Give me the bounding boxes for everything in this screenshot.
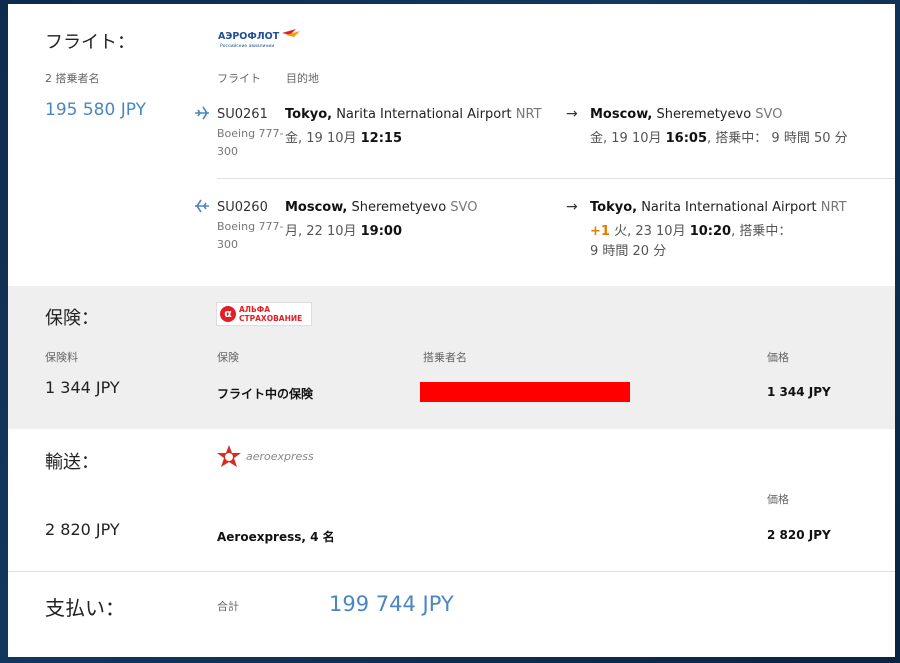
segment2-day-offset: +1 — [590, 224, 610, 239]
segment1-dep-date: 金, 19 10月 — [285, 131, 357, 146]
segment2-aircraft: Boeing 777- 300 — [217, 218, 284, 254]
segment2-dep-airport: Sheremetyevo — [351, 200, 447, 215]
aeroflot-logo-subtext: Российские авиалинии — [220, 42, 274, 49]
segment2-arr-code: NRT — [820, 200, 847, 215]
passenger-count: 2 搭乗者名 — [45, 72, 100, 85]
transport-item: Aeroexpress, 4 名 — [217, 530, 335, 544]
segment2-dep-code: SVO — [450, 200, 478, 215]
alfa-logo-icon: α — [220, 306, 236, 322]
payment-divider — [8, 571, 895, 572]
segment2-departure: Moscow, Sheremetyevo SVO — [285, 200, 477, 215]
segment2-arr-airport: Narita International Airport — [641, 200, 817, 215]
booking-summary-card: フライト： АЭРОФЛОТ Российские авиалинии 2 搭乗… — [8, 4, 895, 657]
aeroexpress-logo-text: aeroexpress — [246, 450, 314, 463]
segment2-dep-city: Moscow, — [285, 200, 348, 215]
transport-section-title: 輸送： — [45, 452, 99, 473]
segment1-dep-datetime: 金, 19 10月 12:15 — [285, 127, 402, 146]
alfa-insurance-logo: α АЛЬФА СТРАХОВАНИЕ — [216, 302, 312, 326]
segment2-arr-city: Tokyo, — [590, 200, 638, 215]
plane-return-icon — [194, 198, 210, 218]
segment2-arrival: Tokyo, Narita International Airport NRT — [590, 200, 847, 215]
aeroflot-logo-icon: АЭРОФЛОТ Российские авиалинии — [218, 29, 300, 49]
segment1-dep-city: Tokyo, — [285, 107, 333, 122]
insurance-section-title: 保険： — [45, 308, 99, 329]
segment1-flight-number: SU0261 — [217, 107, 268, 122]
alfa-logo-line1: АЛЬФА — [239, 305, 270, 314]
alfa-logo-text: АЛЬФА СТРАХОВАНИЕ — [239, 305, 302, 323]
payment-section-title: 支払い： — [45, 596, 125, 620]
redacted-passenger-name — [420, 382, 630, 402]
insurance-item: フライト中の保険 — [217, 387, 314, 401]
segment1-aircraft-line1: Boeing 777- — [217, 127, 284, 140]
segment2-flight-number: SU0260 — [217, 200, 268, 215]
flight-section-title: フライト： — [45, 32, 135, 53]
segment2-aircraft-line1: Boeing 777- — [217, 220, 284, 233]
segment2-arr-datetime: +1 火, 23 10月 10:20, 搭乗中： — [590, 220, 791, 239]
payment-total-label: 合計 — [217, 600, 239, 613]
segment1-aircraft-line2: 300 — [217, 145, 238, 158]
plane-departure-icon — [194, 105, 210, 125]
segment1-arr-time: 16:05 — [665, 131, 708, 146]
col-destination-header: 目的地 — [286, 72, 319, 85]
flight-total-price: 195 580 JPY — [45, 100, 146, 120]
segment1-aircraft: Boeing 777- 300 — [217, 125, 284, 161]
transport-price-col-header: 価格 — [767, 493, 789, 506]
segment1-arrow-icon: → — [566, 106, 578, 122]
segment2-duration-label: , 搭乗中： — [731, 224, 792, 239]
segment1-arr-date: 金, 19 10月 — [590, 131, 662, 146]
segment1-dep-airport: Narita International Airport — [336, 107, 512, 122]
segment1-dep-code: NRT — [515, 107, 542, 122]
transport-price: 2 820 JPY — [767, 528, 831, 542]
insurance-passenger-col-header: 搭乗者名 — [423, 351, 467, 364]
segment2-arr-date: 火, 23 10月 — [614, 224, 686, 239]
segment-divider — [217, 178, 895, 179]
segment1-arr-code: SVO — [755, 107, 783, 122]
segment1-arr-datetime: 金, 19 10月 16:05, 搭乗中： 9 時間 50 分 — [590, 127, 848, 146]
insurance-col-header: 保険 — [217, 351, 239, 364]
insurance-price-col-header: 価格 — [767, 351, 789, 364]
segment1-arrival: Moscow, Sheremetyevo SVO — [590, 107, 782, 122]
segment2-duration: 9 時間 20 分 — [590, 244, 667, 259]
insurance-fee-label: 保険料 — [45, 351, 78, 364]
aeroflot-logo-text: АЭРОФЛОТ — [218, 31, 280, 42]
segment1-dep-time: 12:15 — [360, 131, 403, 146]
transport-total-price: 2 820 JPY — [45, 520, 120, 539]
segment2-dep-datetime: 月, 22 10月 19:00 — [285, 220, 402, 239]
segment2-arrow-icon: → — [566, 199, 578, 215]
alfa-logo-line2: СТРАХОВАНИЕ — [239, 314, 303, 323]
insurance-fee: 1 344 JPY — [45, 378, 120, 397]
segment1-duration: , 搭乗中： 9 時間 50 分 — [707, 131, 848, 146]
segment2-dep-date: 月, 22 10月 — [285, 224, 357, 239]
aeroexpress-star-icon — [217, 445, 241, 467]
aeroexpress-logo: aeroexpress — [216, 444, 326, 470]
aeroflot-logo: АЭРОФЛОТ Российские авиалинии — [216, 26, 306, 52]
payment-total: 199 744 JPY — [329, 592, 454, 616]
segment2-aircraft-line2: 300 — [217, 238, 238, 251]
segment1-arr-city: Moscow, — [590, 107, 653, 122]
segment2-dep-time: 19:00 — [360, 224, 403, 239]
insurance-price: 1 344 JPY — [767, 385, 831, 399]
col-flight-header: フライト — [217, 72, 261, 85]
segment2-arr-time: 10:20 — [689, 224, 732, 239]
segment1-departure: Tokyo, Narita International Airport NRT — [285, 107, 542, 122]
segment1-arr-airport: Sheremetyevo — [656, 107, 752, 122]
